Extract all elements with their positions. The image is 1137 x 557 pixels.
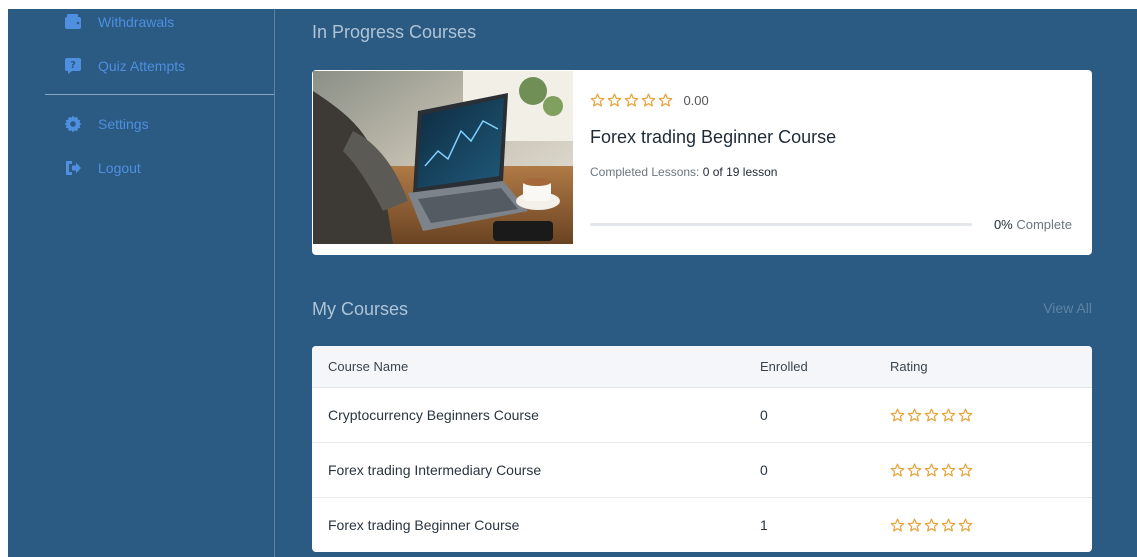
star-outline-icon (890, 408, 905, 422)
star-outline-icon (924, 463, 939, 477)
star-outline-icon (624, 93, 639, 107)
table-header-row: Course Name Enrolled Rating (312, 346, 1092, 388)
star-outline-icon (958, 408, 973, 422)
star-outline-icon (941, 518, 956, 532)
wallet-icon (65, 14, 81, 29)
course-progress-suffix: Complete (1016, 217, 1072, 232)
rating-cell (890, 498, 1092, 553)
sidebar-item-settings[interactable]: Settings (64, 113, 149, 135)
course-progress-bar (590, 223, 972, 226)
course-progress-percent: 0% (993, 217, 1013, 232)
row-rating-stars (890, 518, 973, 533)
sidebar-divider (45, 94, 274, 95)
course-name-cell[interactable]: Cryptocurrency Beginners Course (312, 387, 760, 443)
star-outline-icon (590, 93, 605, 107)
star-outline-icon (907, 518, 922, 532)
completed-lessons: Completed Lessons: 0 of 19 lesson (590, 165, 1080, 179)
column-header-course-name: Course Name (312, 346, 760, 388)
course-thumbnail (313, 71, 573, 244)
star-outline-icon (958, 518, 973, 532)
rating-cell (890, 442, 1092, 498)
completed-lessons-value: 0 of 19 lesson (702, 165, 778, 179)
star-outline-icon (658, 93, 673, 107)
sidebar-item-label: Settings (98, 116, 149, 132)
enrolled-cell: 0 (760, 387, 890, 443)
star-outline-icon (641, 93, 656, 107)
sidebar-item-quiz-attempts[interactable]: ? Quiz Attempts (64, 55, 185, 77)
sidebar-item-logout[interactable]: Logout (64, 157, 141, 179)
sidebar: Withdrawals ? Quiz Attempts Settings Log… (8, 9, 275, 557)
table-row: Forex trading Intermediary Course 0 (312, 442, 1092, 498)
sidebar-item-withdrawals[interactable]: Withdrawals (64, 11, 174, 33)
enrolled-cell: 0 (760, 442, 890, 498)
column-header-enrolled: Enrolled (760, 346, 890, 388)
course-rating-value: 0.00 (683, 93, 709, 109)
in-progress-title: In Progress Courses (312, 22, 477, 42)
completed-lessons-label: Completed Lessons: (590, 165, 700, 179)
in-progress-course-title[interactable]: Forex trading Beginner Course (590, 127, 1080, 148)
main-content: In Progress Courses 0.00 Forex trading B… (275, 9, 1137, 557)
my-courses-title: My Courses (312, 299, 409, 319)
rating-cell (890, 387, 1092, 443)
sidebar-item-label: Logout (98, 160, 141, 176)
app-frame: Withdrawals ? Quiz Attempts Settings Log… (8, 9, 1137, 557)
quiz-icon: ? (65, 58, 81, 74)
row-rating-stars (890, 408, 973, 423)
star-outline-icon (890, 463, 905, 477)
star-outline-icon (924, 408, 939, 422)
in-progress-card-body: 0.00 Forex trading Beginner Course Compl… (590, 92, 1080, 179)
view-all-link[interactable]: View All (1043, 300, 1092, 316)
svg-text:?: ? (70, 60, 76, 71)
star-outline-icon (924, 518, 939, 532)
sidebar-item-label: Withdrawals (98, 14, 175, 30)
star-outline-icon (958, 463, 973, 477)
course-name-cell[interactable]: Forex trading Intermediary Course (312, 442, 760, 498)
column-header-rating: Rating (890, 346, 1092, 388)
table-row: Cryptocurrency Beginners Course 0 (312, 387, 1092, 443)
table-row: Forex trading Beginner Course 1 (312, 498, 1092, 553)
course-rating-stars (590, 93, 673, 108)
course-name-cell[interactable]: Forex trading Beginner Course (312, 498, 760, 553)
star-outline-icon (907, 463, 922, 477)
in-progress-course-card[interactable]: 0.00 Forex trading Beginner Course Compl… (312, 70, 1092, 255)
star-outline-icon (890, 518, 905, 532)
star-outline-icon (907, 408, 922, 422)
my-courses-table: Course Name Enrolled Rating Cryptocurren… (312, 346, 1092, 552)
star-outline-icon (941, 408, 956, 422)
gear-icon (64, 115, 82, 133)
enrolled-cell: 1 (760, 517, 768, 533)
sidebar-item-label: Quiz Attempts (98, 58, 186, 74)
logout-icon (66, 161, 81, 175)
star-outline-icon (607, 93, 622, 107)
my-courses-table-card: Course Name Enrolled Rating Cryptocurren… (312, 346, 1092, 552)
row-rating-stars (890, 463, 973, 478)
star-outline-icon (941, 463, 956, 477)
course-progress-label: 0% Complete (994, 217, 1072, 232)
